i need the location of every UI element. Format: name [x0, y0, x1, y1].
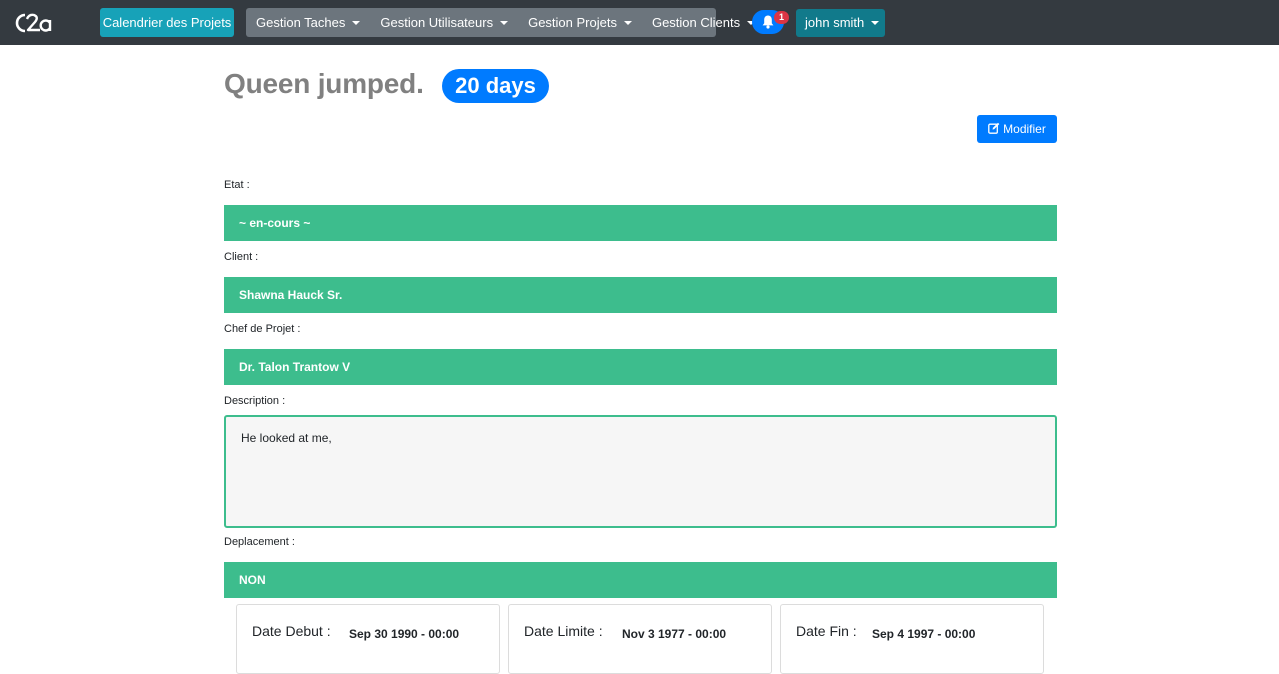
chef-projet-label: Chef de Projet :	[224, 323, 301, 335]
chevron-down-icon	[352, 21, 361, 25]
chevron-down-icon	[871, 21, 880, 25]
date-fin-card: Date Fin : Sep 4 1997 - 00:00	[780, 604, 1044, 674]
chef-projet-value: Dr. Talon Trantow V	[224, 349, 1057, 385]
menu-gestion-clients[interactable]: Gestion Clients	[642, 8, 765, 37]
edit-label: Modifier	[1003, 122, 1046, 136]
date-fin-label: Date Fin :	[796, 623, 857, 639]
date-debut-value: Sep 30 1990 - 00:00	[349, 627, 460, 641]
date-limite-label: Date Limite :	[524, 623, 603, 639]
top-navbar: Calendrier des Projets Gestion Taches Ge…	[0, 0, 1279, 45]
menu-label: Gestion Utilisateurs	[380, 15, 494, 30]
edit-icon	[988, 122, 1000, 134]
date-debut-label: Date Debut :	[252, 623, 331, 639]
bell-icon	[762, 15, 774, 29]
calendar-button[interactable]: Calendrier des Projets	[100, 8, 234, 37]
client-value: Shawna Hauck Sr.	[224, 277, 1057, 313]
description-textarea[interactable]: He looked at me,	[224, 415, 1057, 528]
description-label: Description :	[224, 395, 286, 407]
edit-button[interactable]: Modifier	[977, 115, 1057, 143]
chevron-down-icon	[623, 21, 632, 25]
days-badge: 20 days	[442, 69, 549, 103]
page-title: Queen jumped.	[224, 68, 424, 99]
deplacement-label: Deplacement :	[224, 536, 295, 548]
user-name: john smith	[805, 15, 865, 30]
chevron-down-icon	[500, 21, 509, 25]
menu-gestion-projets[interactable]: Gestion Projets	[518, 8, 642, 37]
date-limite-card: Date Limite : Nov 3 1977 - 00:00	[508, 604, 772, 674]
user-menu-button[interactable]: john smith	[796, 9, 885, 37]
nav-menu-group: Gestion Taches Gestion Utilisateurs Gest…	[246, 8, 756, 37]
menu-label: Gestion Projets	[528, 15, 617, 30]
date-limite-value: Nov 3 1977 - 00:00	[622, 627, 727, 641]
menu-gestion-taches[interactable]: Gestion Taches	[246, 8, 370, 37]
date-fin-value: Sep 4 1997 - 00:00	[872, 627, 976, 641]
client-label: Client :	[224, 251, 259, 263]
notification-count-badge: 1	[774, 11, 789, 24]
date-debut-card: Date Debut : Sep 30 1990 - 00:00	[236, 604, 500, 674]
deplacement-value: NON	[224, 562, 1057, 598]
menu-label: Gestion Clients	[651, 15, 741, 30]
etat-label: Etat :	[224, 179, 250, 191]
menu-gestion-utilisateurs[interactable]: Gestion Utilisateurs	[370, 8, 518, 37]
menu-label: Gestion Taches	[256, 15, 346, 30]
c2a-logo[interactable]	[14, 11, 54, 35]
etat-value: ~ en-cours ~	[224, 205, 1057, 241]
